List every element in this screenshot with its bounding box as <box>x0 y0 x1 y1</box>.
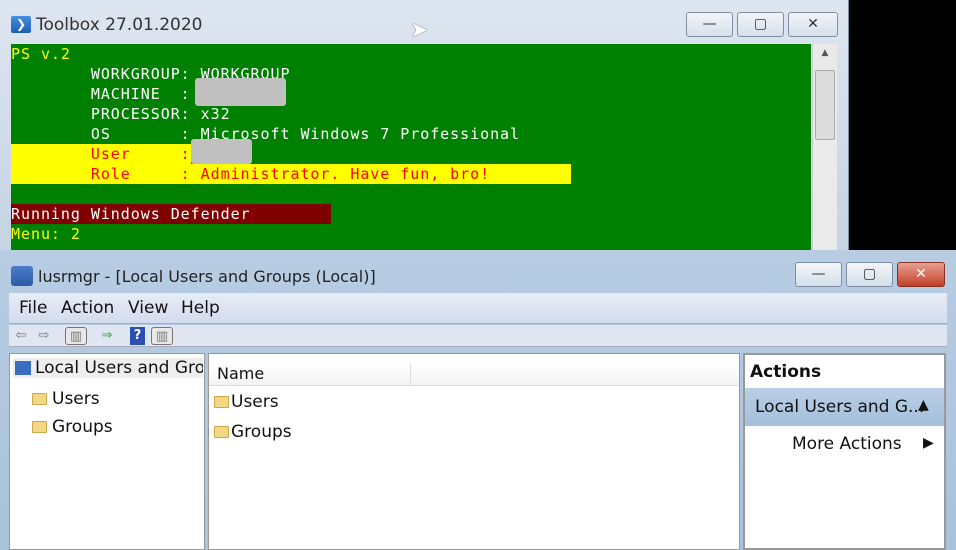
computer-users-icon <box>15 361 31 375</box>
toolbar: ⇦ ⇨ ▥ ⇒ ? ▥ <box>9 325 947 347</box>
users-app-icon <box>11 266 33 286</box>
menu-bar: File Action View Help <box>9 293 947 324</box>
maximize-button[interactable]: ▢ <box>737 12 784 37</box>
actions-section-label: Local Users and G... <box>755 397 925 417</box>
forward-icon[interactable]: ⇨ <box>35 327 53 345</box>
back-icon[interactable]: ⇦ <box>12 327 30 345</box>
show-hide-tree-icon[interactable]: ▥ <box>65 327 87 345</box>
tree-item-label: Groups <box>52 417 113 437</box>
menu-line: Menu: 2 <box>11 225 81 243</box>
folder-icon <box>214 426 229 438</box>
tree-item-users[interactable]: Users <box>32 389 100 409</box>
list-item-users[interactable]: Users <box>214 392 279 412</box>
tree-root[interactable]: Local Users and Grou <box>13 358 203 378</box>
powershell-icon: ❯ <box>11 16 31 33</box>
redacted-machine <box>195 78 286 106</box>
tree-item-label: Users <box>52 389 100 409</box>
window-title: lusrmgr - [Local Users and Groups (Local… <box>38 267 376 286</box>
redacted-user <box>191 139 252 164</box>
show-hide-action-pane-icon[interactable]: ▥ <box>151 327 173 345</box>
more-actions[interactable]: More Actions <box>792 434 902 454</box>
defender-line: Running Windows Defender <box>11 204 331 224</box>
console-output[interactable]: PS v.2 WORKGROUP: WORKGROUP MACHINE : PR… <box>11 44 811 250</box>
ps-version: PS v.2 <box>11 45 71 63</box>
lusrmgr-window: lusrmgr - [Local Users and Groups (Local… <box>0 250 956 550</box>
tree-item-groups[interactable]: Groups <box>32 417 113 437</box>
role-line: Role : Administrator. Have fun, bro! <box>11 164 571 184</box>
export-list-icon[interactable]: ⇒ <box>98 327 116 345</box>
os-line: OS : Microsoft Windows 7 Professional <box>11 125 521 143</box>
menu-view[interactable]: View <box>128 298 168 318</box>
minimize-button[interactable]: — <box>795 262 842 287</box>
menu-action[interactable]: Action <box>61 298 114 318</box>
window-title: Toolbox 27.01.2020 <box>36 15 203 35</box>
minimize-button[interactable]: — <box>686 12 733 37</box>
actions-header: Actions <box>750 362 822 382</box>
machine-line: MACHINE : <box>11 85 191 103</box>
help-icon[interactable]: ? <box>130 327 145 345</box>
column-name[interactable]: Name <box>217 364 411 386</box>
folder-icon <box>32 421 47 433</box>
scroll-up-icon[interactable]: ▲ <box>813 48 837 58</box>
toolbox-window: ❯ Toolbox 27.01.2020 — ▢ ✕ PS v.2 WORKGR… <box>0 0 849 250</box>
list-item-label: Groups <box>231 422 292 442</box>
scroll-thumb[interactable] <box>815 70 835 140</box>
close-button[interactable]: ✕ <box>788 12 838 37</box>
user-line: User : <box>11 144 191 164</box>
actions-pane: Actions Local Users and G... ▲ More Acti… <box>743 353 946 550</box>
close-button[interactable]: ✕ <box>897 262 945 287</box>
maximize-button[interactable]: ▢ <box>846 262 893 287</box>
folder-icon <box>214 396 229 408</box>
folder-icon <box>32 393 47 405</box>
processor-line: PROCESSOR: x32 <box>11 105 231 123</box>
tree-root-label: Local Users and Grou <box>35 358 203 378</box>
actions-section[interactable]: Local Users and G... ▲ <box>745 388 944 426</box>
list-header: Name <box>209 364 739 386</box>
list-pane: Name Users Groups <box>208 353 740 550</box>
scrollbar[interactable]: ▲ <box>812 44 837 250</box>
mouse-cursor-icon: ➤ <box>410 18 429 43</box>
submenu-arrow-icon: ▶ <box>923 435 934 451</box>
tree-pane: Local Users and Grou Users Groups <box>9 353 205 550</box>
collapse-up-icon[interactable]: ▲ <box>918 397 929 413</box>
list-item-label: Users <box>231 392 279 412</box>
list-item-groups[interactable]: Groups <box>214 422 292 442</box>
menu-help[interactable]: Help <box>181 298 220 318</box>
menu-file[interactable]: File <box>19 298 47 318</box>
